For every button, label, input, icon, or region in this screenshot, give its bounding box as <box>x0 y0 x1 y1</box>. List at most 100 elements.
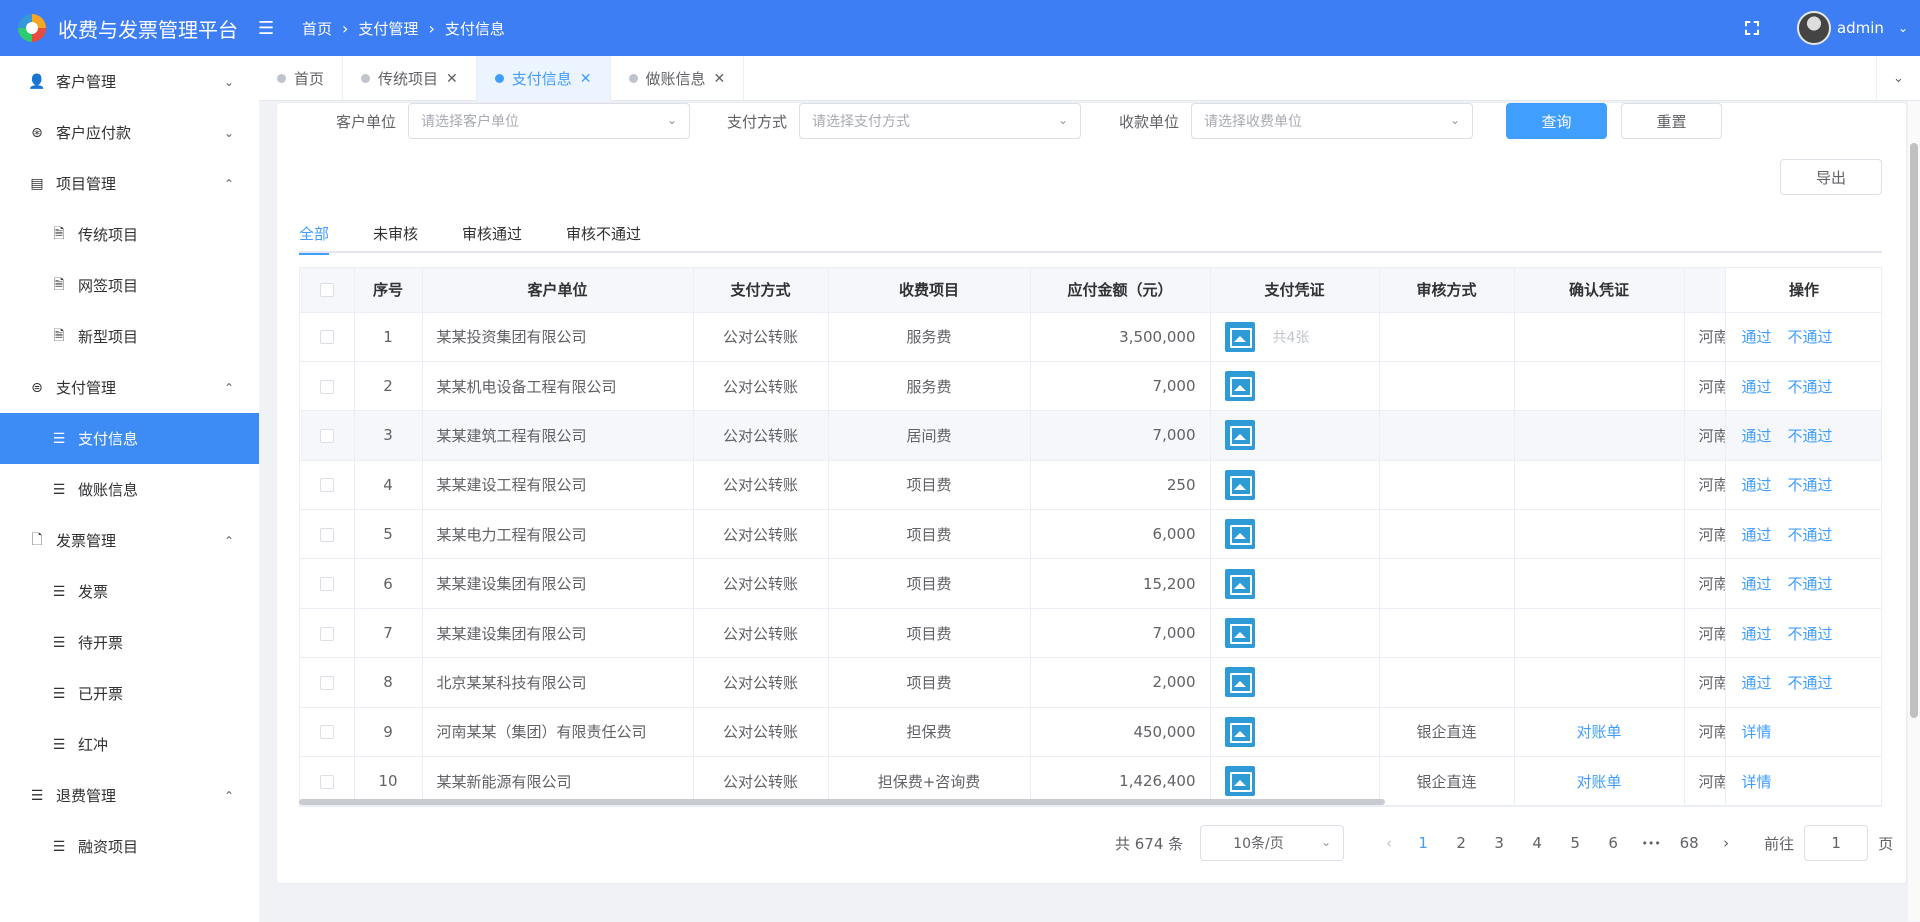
horizontal-scrollbar[interactable] <box>299 799 1385 805</box>
sidebar-item-invoice[interactable]: ☰ 发票 <box>0 566 259 617</box>
row-checkbox[interactable] <box>319 774 334 789</box>
confirm-link[interactable]: 对账单 <box>1576 773 1621 791</box>
status-tab-rejected[interactable]: 审核不通过 <box>566 213 641 253</box>
reject-link[interactable]: 不通过 <box>1788 425 1833 446</box>
more-pages-icon[interactable]: ••• <box>1632 837 1670 850</box>
image-icon[interactable] <box>1224 469 1255 500</box>
reject-link[interactable]: 不通过 <box>1788 376 1833 397</box>
close-icon[interactable]: ✕ <box>580 71 592 87</box>
image-icon[interactable] <box>1224 371 1255 402</box>
export-button[interactable]: 导出 <box>1780 159 1882 195</box>
table-row[interactable]: 3某某建筑工程有限公司公对公转账居间费7,000 河南通过不通过 <box>300 410 1881 461</box>
tabs-dropdown-icon[interactable]: ⌄ <box>1876 56 1920 101</box>
select-all-cell[interactable] <box>300 268 355 313</box>
row-select-cell[interactable] <box>300 509 355 560</box>
image-icon[interactable] <box>1224 568 1255 599</box>
breadcrumb-item[interactable]: 支付管理 <box>358 18 418 39</box>
table-row[interactable]: 4某某建设工程有限公司公对公转账项目费250 河南通过不通过 <box>300 460 1881 511</box>
page-number[interactable]: 68 <box>1670 834 1708 852</box>
approve-link[interactable]: 通过 <box>1742 672 1772 693</box>
row-checkbox[interactable] <box>319 527 334 542</box>
row-select-cell[interactable] <box>300 657 355 708</box>
payee-select[interactable]: 请选择收费单位 ⌄ <box>1191 103 1474 139</box>
page-number[interactable]: 6 <box>1594 834 1632 852</box>
fullscreen-icon[interactable] <box>1744 21 1759 35</box>
table-row[interactable]: 7某某建设集团有限公司公对公转账项目费7,000 河南通过不通过 <box>300 608 1881 659</box>
reject-link[interactable]: 不通过 <box>1788 573 1833 594</box>
row-select-cell[interactable] <box>300 558 355 609</box>
sidebar-item-online-projects[interactable]: 🗎 网签项目 <box>0 260 259 311</box>
page-number[interactable]: 5 <box>1556 834 1594 852</box>
status-tab-unreviewed[interactable]: 未审核 <box>373 213 418 253</box>
image-icon[interactable] <box>1224 766 1255 797</box>
close-icon[interactable]: ✕ <box>446 71 458 87</box>
sidebar-item-pending-invoice[interactable]: ☰ 待开票 <box>0 617 259 668</box>
row-checkbox[interactable] <box>319 379 334 394</box>
status-tab-all[interactable]: 全部 <box>299 213 330 255</box>
sidebar-item-financing-projects[interactable]: ☰ 融资项目 <box>0 821 259 872</box>
chevron-down-icon[interactable]: ⌄ <box>1898 21 1908 35</box>
select-all-checkbox[interactable] <box>319 283 334 298</box>
sidebar-item-accounting-info[interactable]: ☰ 做账信息 <box>0 464 259 515</box>
page-number[interactable]: 4 <box>1518 834 1556 852</box>
sidebar-group-payables[interactable]: ⊛ 客户应付款 ⌄ <box>0 107 259 158</box>
approve-link[interactable]: 通过 <box>1742 326 1772 347</box>
row-select-cell[interactable] <box>300 707 355 758</box>
reject-link[interactable]: 不通过 <box>1788 326 1833 347</box>
row-select-cell[interactable] <box>300 410 355 461</box>
image-icon[interactable] <box>1224 519 1255 550</box>
reject-link[interactable]: 不通过 <box>1788 672 1833 693</box>
detail-link[interactable]: 详情 <box>1742 771 1772 792</box>
confirm-link[interactable]: 对账单 <box>1576 723 1621 741</box>
row-checkbox[interactable] <box>319 330 334 345</box>
avatar[interactable] <box>1796 11 1831 45</box>
image-icon[interactable] <box>1224 667 1255 698</box>
status-tab-approved[interactable]: 审核通过 <box>462 213 522 253</box>
page-number[interactable]: 3 <box>1480 834 1518 852</box>
image-icon[interactable] <box>1224 618 1255 649</box>
reject-link[interactable]: 不通过 <box>1788 474 1833 495</box>
breadcrumb-item[interactable]: 首页 <box>302 18 332 39</box>
row-select-cell[interactable] <box>300 460 355 511</box>
page-number[interactable]: 1 <box>1404 834 1442 852</box>
row-checkbox[interactable] <box>319 428 334 443</box>
detail-link[interactable]: 详情 <box>1742 721 1772 742</box>
scrollbar-thumb[interactable] <box>1910 143 1918 718</box>
username[interactable]: admin <box>1837 19 1884 37</box>
sidebar-item-red-reversal[interactable]: ☰ 红冲 <box>0 719 259 770</box>
approve-link[interactable]: 通过 <box>1742 474 1772 495</box>
tab-payment-info[interactable]: 支付信息 ✕ <box>476 56 611 101</box>
cell-confirm[interactable]: 对账单 <box>1514 707 1685 758</box>
tab-home[interactable]: 首页 <box>259 56 344 101</box>
table-row[interactable]: 2某某机电设备工程有限公司公对公转账服务费7,000 河南通过不通过 <box>300 361 1881 412</box>
cell-confirm[interactable]: 对账单 <box>1514 756 1685 806</box>
customer-select[interactable]: 请选择客户单位 ⌄ <box>408 103 691 139</box>
row-checkbox[interactable] <box>319 675 334 690</box>
row-checkbox[interactable] <box>319 577 334 592</box>
image-icon[interactable] <box>1224 716 1255 747</box>
row-select-cell[interactable] <box>300 608 355 659</box>
approve-link[interactable]: 通过 <box>1742 573 1772 594</box>
page-number[interactable]: 2 <box>1442 834 1480 852</box>
reject-link[interactable]: 不通过 <box>1788 623 1833 644</box>
reset-button[interactable]: 重置 <box>1621 103 1723 139</box>
image-icon[interactable] <box>1224 420 1255 451</box>
sidebar-group-invoices[interactable]: 🗋 发票管理 ⌃ <box>0 515 259 566</box>
approve-link[interactable]: 通过 <box>1742 376 1772 397</box>
sidebar-group-payments[interactable]: ⊜ 支付管理 ⌃ <box>0 362 259 413</box>
prev-page-icon[interactable]: ‹ <box>1374 834 1404 852</box>
sidebar-item-payment-info[interactable]: ☰ 支付信息 <box>0 413 259 464</box>
sidebar-item-issued-invoice[interactable]: ☰ 已开票 <box>0 668 259 719</box>
sidebar-item-new-projects[interactable]: 🗎 新型项目 <box>0 311 259 362</box>
row-checkbox[interactable] <box>319 725 334 740</box>
sidebar-group-refunds[interactable]: ☰ 退费管理 ⌃ <box>0 770 259 821</box>
tab-accounting-info[interactable]: 做账信息 ✕ <box>611 56 745 101</box>
table-row[interactable]: 6某某建设集团有限公司公对公转账项目费15,200 河南通过不通过 <box>300 558 1881 609</box>
image-icon[interactable] <box>1224 321 1255 352</box>
approve-link[interactable]: 通过 <box>1742 524 1772 545</box>
sidebar-group-customers[interactable]: 👤 客户管理 ⌄ <box>0 56 259 107</box>
next-page-icon[interactable]: › <box>1708 834 1744 852</box>
vertical-scrollbar[interactable] <box>1908 101 1920 921</box>
menu-toggle-icon[interactable]: ☰ <box>258 18 294 39</box>
row-select-cell[interactable] <box>300 312 355 362</box>
